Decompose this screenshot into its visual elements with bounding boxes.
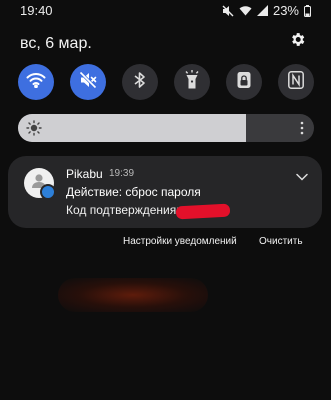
date-label: вс, 6 мар. <box>20 35 92 52</box>
chat-badge-icon <box>40 184 56 200</box>
notification-title: Действие: сброс пароля <box>66 185 201 199</box>
notification-body: Код подтверждения: <box>66 203 180 217</box>
flashlight-icon <box>185 69 199 95</box>
sound-toggle[interactable] <box>70 64 106 100</box>
wifi-icon <box>239 5 252 16</box>
sun-icon <box>26 120 42 141</box>
flashlight-toggle[interactable] <box>174 64 210 100</box>
notification-time: 19:39 <box>109 168 135 179</box>
status-bar: 19:40 23% <box>0 0 331 22</box>
nfc-icon <box>288 70 304 94</box>
notification-settings-button[interactable]: Настройки уведомлений <box>123 236 237 247</box>
status-icons: 23% <box>222 3 311 18</box>
signal-icon <box>256 5 268 16</box>
battery-percent: 23% <box>272 3 299 18</box>
brightness-level <box>18 114 246 142</box>
battery-icon <box>304 4 311 17</box>
lock-icon <box>236 71 252 94</box>
background-glow <box>58 278 208 312</box>
notification-app-name: Pikabu <box>66 167 103 181</box>
clear-button[interactable]: Очистить <box>259 236 303 247</box>
quick-settings <box>18 64 314 100</box>
brightness-slider[interactable] <box>18 114 314 142</box>
wifi-icon <box>26 72 46 93</box>
status-time: 19:40 <box>20 3 53 18</box>
mute-icon <box>222 5 234 17</box>
notification-actions: Настройки уведомлений Очистить <box>0 236 331 254</box>
redaction-mark <box>175 203 231 220</box>
bluetooth-toggle[interactable] <box>122 64 158 100</box>
lock-toggle[interactable] <box>226 64 262 100</box>
bluetooth-icon <box>134 71 146 94</box>
nfc-toggle[interactable] <box>278 64 314 100</box>
app-icon <box>24 168 56 200</box>
chevron-down-icon[interactable] <box>296 168 308 186</box>
more-vertical-icon[interactable] <box>300 120 304 141</box>
mute-icon <box>78 70 98 94</box>
gear-icon <box>289 31 306 53</box>
wifi-toggle[interactable] <box>18 64 54 100</box>
notification-card[interactable]: Pikabu 19:39 Действие: сброс пароля Код … <box>8 156 322 228</box>
settings-button[interactable] <box>287 32 307 52</box>
